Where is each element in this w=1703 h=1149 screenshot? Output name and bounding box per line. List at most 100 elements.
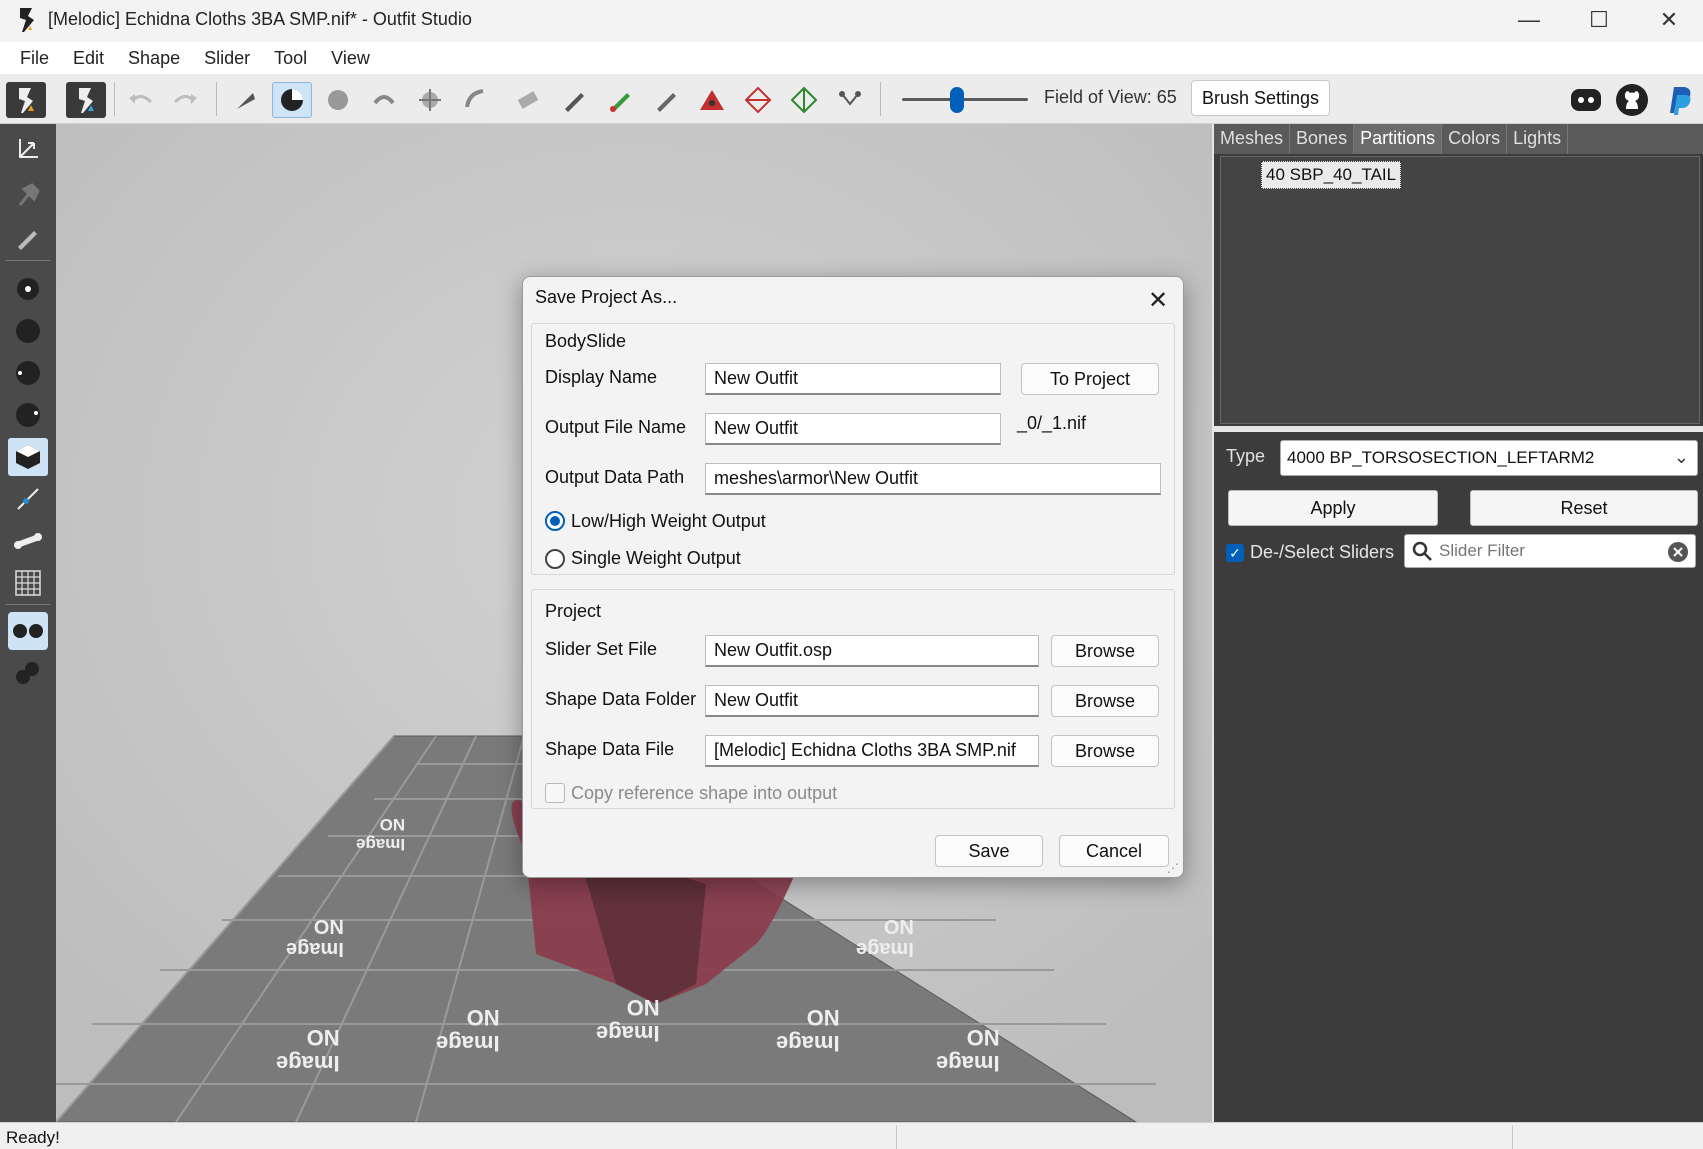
redo-icon[interactable] <box>166 82 206 118</box>
grid-icon[interactable] <box>8 564 48 602</box>
menu-edit[interactable]: Edit <box>61 48 116 69</box>
bodyslide-group <box>531 323 1175 575</box>
cube-view-icon[interactable] <box>8 438 48 476</box>
overlap-view-icon[interactable] <box>8 654 48 692</box>
color-brush-icon[interactable] <box>600 82 640 118</box>
smooth-brush-icon[interactable] <box>456 82 496 118</box>
undo-icon[interactable] <box>120 82 160 118</box>
github-icon[interactable] <box>1612 82 1652 118</box>
apply-button[interactable]: Apply <box>1228 490 1438 526</box>
brush-focus-icon[interactable] <box>8 396 48 434</box>
output-file-label: Output File Name <box>545 417 687 437</box>
transform-icon[interactable] <box>8 130 48 168</box>
undiff-brush-icon[interactable] <box>508 82 548 118</box>
floor-tile-text: Image NO <box>856 915 914 960</box>
browse-slider-set-button[interactable]: Browse <box>1051 635 1159 667</box>
partition-list[interactable]: 40 SBP_40_TAIL <box>1220 156 1700 424</box>
maximize-button[interactable]: ☐ <box>1564 0 1634 40</box>
shape-folder-field[interactable] <box>705 685 1039 717</box>
fov-slider[interactable] <box>902 98 1028 101</box>
menu-slider[interactable]: Slider <box>192 48 262 69</box>
menu-bar: File Edit Shape Slider Tool View <box>0 42 1703 74</box>
tab-colors[interactable]: Colors <box>1442 124 1508 154</box>
vertex-edit-icon[interactable] <box>8 218 48 256</box>
status-text: Ready! <box>6 1128 60 1147</box>
browse-shape-folder-button[interactable]: Browse <box>1051 685 1159 717</box>
deflate-brush-icon[interactable] <box>364 82 404 118</box>
weight-brush-icon[interactable] <box>554 82 594 118</box>
floor-tile-text: Image NO <box>936 1025 1000 1076</box>
slider-filter-input[interactable] <box>1439 539 1649 563</box>
dual-view-icon[interactable] <box>8 612 48 650</box>
tab-lights[interactable]: Lights <box>1507 124 1569 154</box>
left-tool-strip <box>0 124 56 1122</box>
clear-filter-icon[interactable] <box>1667 541 1689 568</box>
partition-type-select[interactable]: 4000 BP_TORSOSECTION_LEFTARM2 ⌄ <box>1280 440 1698 476</box>
menu-tool[interactable]: Tool <box>262 48 319 69</box>
collapse-vertex-icon[interactable] <box>692 82 732 118</box>
bone-icon[interactable] <box>8 522 48 560</box>
bodyslide-logo-icon[interactable] <box>66 82 106 118</box>
floor-tile-text: Image NO <box>776 1005 840 1056</box>
tab-meshes[interactable]: Meshes <box>1214 124 1291 154</box>
close-window-button[interactable]: ✕ <box>1634 0 1703 40</box>
search-icon <box>1411 540 1433 567</box>
tab-bones[interactable]: Bones <box>1290 124 1355 154</box>
alpha-brush-icon[interactable] <box>646 82 686 118</box>
reset-button[interactable]: Reset <box>1470 490 1698 526</box>
floor-tile-text: Image NO <box>436 1005 500 1056</box>
fov-slider-thumb[interactable] <box>950 87 964 113</box>
resize-grip-icon[interactable]: ⋰ <box>1167 861 1179 875</box>
output-path-label: Output Data Path <box>545 467 685 487</box>
cancel-button[interactable]: Cancel <box>1059 835 1169 867</box>
deselect-sliders-checkbox[interactable]: ✓ <box>1226 544 1244 562</box>
output-path-field[interactable] <box>705 463 1161 495</box>
output-file-field[interactable] <box>705 413 1001 445</box>
display-name-field[interactable] <box>705 363 1001 395</box>
right-panel: Meshes Bones Partitions Colors Lights 40… <box>1212 124 1703 1122</box>
tab-partitions[interactable]: Partitions <box>1354 124 1443 154</box>
floor-tile-text: Image NO <box>276 1025 340 1076</box>
brush-large-icon[interactable] <box>8 312 48 350</box>
menu-view[interactable]: View <box>319 48 382 69</box>
floor-tile-text: Image NO <box>596 995 660 1046</box>
to-project-button[interactable]: To Project <box>1021 363 1159 395</box>
output-file-suffix: _0/_1.nif <box>1017 413 1087 433</box>
outfit-studio-logo-icon[interactable] <box>6 82 46 118</box>
discord-icon[interactable] <box>1566 82 1606 118</box>
browse-shape-file-button[interactable]: Browse <box>1051 735 1159 767</box>
slider-filter-box[interactable] <box>1404 534 1696 568</box>
menu-file[interactable]: File <box>8 48 61 69</box>
single-weight-radio[interactable] <box>545 549 565 569</box>
brush-small-icon[interactable] <box>8 270 48 308</box>
slider-set-label: Slider Set File <box>545 639 658 659</box>
low-high-weight-radio[interactable] <box>545 511 565 531</box>
shape-file-field[interactable] <box>705 735 1039 767</box>
move-vertex-icon[interactable] <box>830 82 870 118</box>
brush-settings-button[interactable]: Brush Settings <box>1191 80 1330 116</box>
minimize-button[interactable]: — <box>1494 0 1564 40</box>
inflate-brush-icon[interactable] <box>318 82 358 118</box>
flip-edge-icon[interactable] <box>738 82 778 118</box>
move-brush-icon[interactable] <box>410 82 450 118</box>
toolbar: Field of View: 65 Brush Settings <box>0 74 1703 124</box>
pivot-icon[interactable] <box>8 176 48 214</box>
partition-item[interactable]: 40 SBP_40_TAIL <box>1261 161 1402 189</box>
paypal-icon[interactable] <box>1658 82 1698 118</box>
slider-set-field[interactable] <box>705 635 1039 667</box>
split-edge-icon[interactable] <box>784 82 824 118</box>
mask-brush-icon[interactable] <box>272 82 312 118</box>
status-bar: Ready! <box>0 1122 1703 1149</box>
display-name-label: Display Name <box>545 367 658 387</box>
low-high-weight-label: Low/High Weight Output <box>571 511 766 531</box>
brush-strength-icon[interactable] <box>8 354 48 392</box>
copy-reference-checkbox[interactable] <box>545 783 565 803</box>
close-icon[interactable]: ✕ <box>1143 285 1173 315</box>
bone-vertex-icon[interactable] <box>8 480 48 518</box>
menu-shape[interactable]: Shape <box>116 48 192 69</box>
type-label: Type <box>1226 446 1266 466</box>
project-group-title: Project <box>545 601 602 621</box>
save-button[interactable]: Save <box>935 835 1043 867</box>
bodyslide-group-title: BodySlide <box>545 331 627 351</box>
select-tool-icon[interactable] <box>226 82 266 118</box>
